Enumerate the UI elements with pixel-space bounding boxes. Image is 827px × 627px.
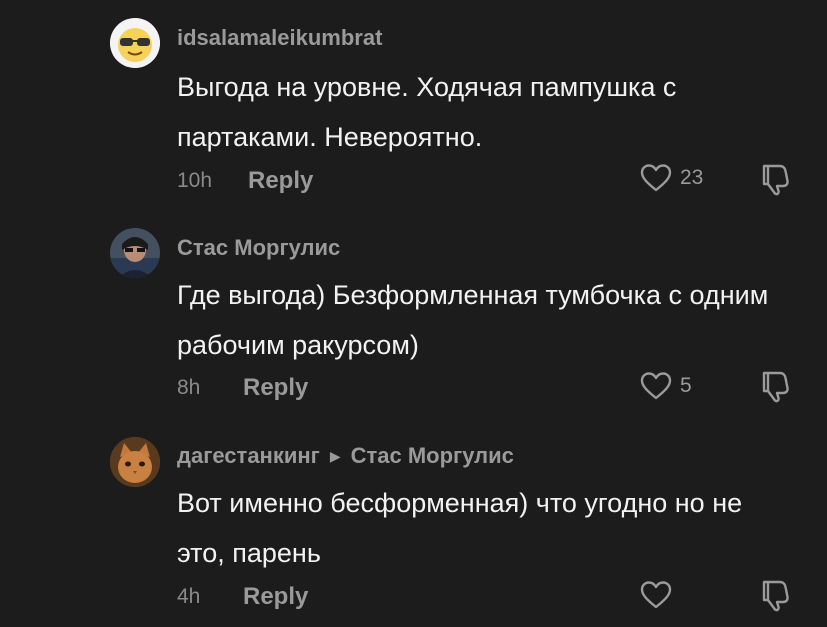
cat-photo-icon <box>110 437 160 487</box>
comment-text: Где выгода) Безформленная тумбочка с одн… <box>177 280 769 360</box>
person-photo-icon <box>110 228 160 278</box>
comment-time: 8h <box>177 376 201 399</box>
like-button[interactable]: 5 <box>640 371 692 401</box>
like-count: 23 <box>680 166 704 189</box>
comment-username[interactable]: idsalamaleikumbrat <box>177 25 382 51</box>
comment-username[interactable]: дагестанкинг ▶ Стас Моргулис <box>177 443 514 469</box>
heart-icon <box>640 164 672 192</box>
sunglasses-emoji-icon <box>110 18 160 68</box>
comment-text: Вот именно бесформенная) что угодно но н… <box>177 488 743 568</box>
comment-time: 4h <box>177 585 201 608</box>
reply-to-username[interactable]: Стас Моргулис <box>351 443 514 468</box>
reply-button[interactable]: Reply <box>243 583 308 611</box>
comment-text: Выгода на уровне. Ходячая пампушка с пар… <box>177 72 677 152</box>
username-link[interactable]: дагестанкинг <box>177 443 320 468</box>
avatar[interactable] <box>110 18 160 68</box>
reply-to-arrow-icon: ▶ <box>329 448 341 464</box>
like-button[interactable]: 23 <box>640 163 703 193</box>
thumbs-down-icon <box>762 164 789 196</box>
heart-icon <box>640 581 672 609</box>
like-button[interactable] <box>640 580 680 610</box>
avatar[interactable] <box>110 228 160 278</box>
dislike-button[interactable] <box>760 162 792 196</box>
dislike-button[interactable] <box>760 578 792 612</box>
thumbs-down-icon <box>762 580 789 612</box>
username-link[interactable]: Стас Моргулис <box>177 235 340 260</box>
comment-time: 10h <box>177 169 213 192</box>
comment-username[interactable]: Стас Моргулис <box>177 235 340 261</box>
dislike-button[interactable] <box>760 369 792 403</box>
thumbs-down-icon <box>762 371 789 403</box>
username-link[interactable]: idsalamaleikumbrat <box>177 25 382 50</box>
reply-button[interactable]: Reply <box>248 167 313 195</box>
heart-icon <box>640 372 672 400</box>
like-count: 5 <box>680 374 692 397</box>
avatar[interactable] <box>110 437 160 487</box>
reply-button[interactable]: Reply <box>243 374 308 402</box>
